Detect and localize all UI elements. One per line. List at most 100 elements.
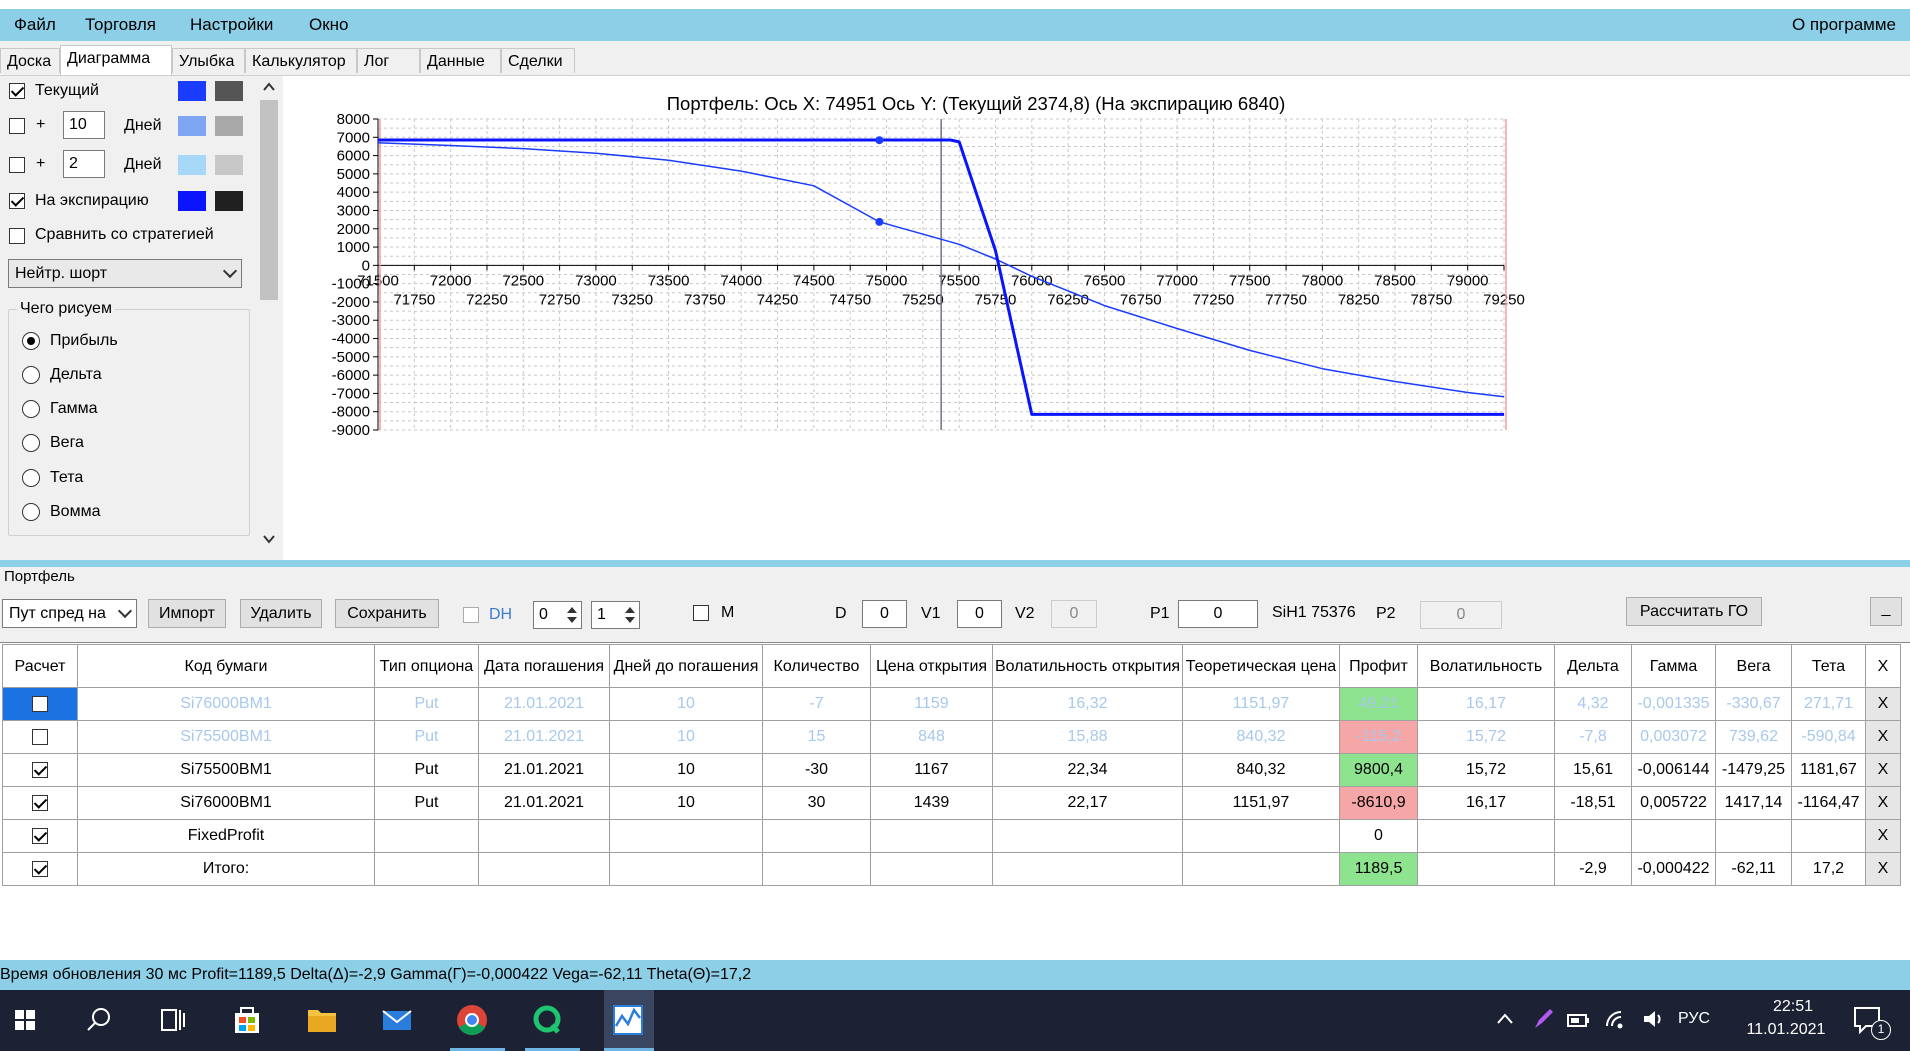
row-calc-checkbox[interactable] <box>32 761 48 778</box>
column-header[interactable]: X <box>1865 644 1901 688</box>
row-calc-checkbox[interactable] <box>32 695 48 712</box>
column-header[interactable]: Тета <box>1791 644 1866 688</box>
tab-smile[interactable]: Улыбка <box>172 48 245 73</box>
tab-data[interactable]: Данные <box>420 48 501 73</box>
column-header[interactable]: Волатильность <box>1417 644 1555 688</box>
column-header[interactable]: Профит <box>1339 644 1418 688</box>
menu-file[interactable]: Файл <box>14 15 56 35</box>
days1-input[interactable]: 10 <box>63 111 105 139</box>
v1-input[interactable]: 0 <box>957 600 1002 628</box>
scroll-thumb[interactable] <box>260 100 278 300</box>
tab-deals[interactable]: Сделки <box>501 48 575 73</box>
remove-row-button[interactable]: X <box>1865 753 1901 787</box>
m-checkbox[interactable] <box>693 605 709 621</box>
row-calc-checkbox[interactable] <box>32 728 48 745</box>
calc-margin-button[interactable]: Рассчитать ГО <box>1626 597 1762 626</box>
task-view-icon[interactable] <box>150 998 194 1042</box>
spinner-arrows-icon[interactable] <box>565 604 579 626</box>
radio-delta[interactable] <box>22 366 40 384</box>
search-icon[interactable] <box>77 998 121 1042</box>
current-color-swatch[interactable] <box>178 81 206 101</box>
strategy-select[interactable]: Нейтр. шорт <box>8 259 242 288</box>
file-explorer-icon[interactable] <box>300 998 344 1042</box>
chevron-up-icon[interactable] <box>1496 1012 1514 1026</box>
language-indicator[interactable]: РУС <box>1678 1010 1710 1028</box>
table-row[interactable]: FixedProfit 0 X <box>2 819 1901 853</box>
menu-trading[interactable]: Торговля <box>85 15 156 35</box>
speaker-icon[interactable] <box>1640 1006 1666 1032</box>
table-row[interactable]: Итого: 1189,5 -2,9 -0,000422 -62,11 17,2 X <box>2 852 1901 886</box>
pen-icon[interactable] <box>1531 1006 1555 1032</box>
column-header[interactable]: Расчет <box>2 644 78 688</box>
plus10-checkbox[interactable] <box>9 118 25 134</box>
radio-theta[interactable] <box>22 469 40 487</box>
column-header[interactable]: Цена открытия <box>870 644 993 688</box>
row-calc-checkbox[interactable] <box>32 827 48 844</box>
remove-row-button[interactable]: X <box>1865 720 1901 754</box>
radio-vega[interactable] <box>22 434 40 452</box>
tab-log[interactable]: Лог <box>357 48 420 73</box>
column-header[interactable]: Гамма <box>1631 644 1716 688</box>
store-icon[interactable] <box>225 998 269 1042</box>
column-header[interactable]: Тип опциона <box>374 644 479 688</box>
minimize-button[interactable]: _ <box>1870 597 1902 626</box>
column-header[interactable]: Дата погашения <box>478 644 610 688</box>
d10-color-swatch[interactable] <box>178 116 206 136</box>
row-calc-cell[interactable] <box>2 687 78 721</box>
d2-color-swatch[interactable] <box>178 155 206 175</box>
clock-time[interactable]: 22:51 <box>1754 998 1832 1016</box>
d10-alt-color-swatch[interactable] <box>215 116 243 136</box>
menu-settings[interactable]: Настройки <box>190 15 273 35</box>
save-button[interactable]: Сохранить <box>335 599 439 628</box>
row-calc-cell[interactable] <box>2 852 78 886</box>
column-header[interactable]: Волатильность открытия <box>992 644 1183 688</box>
expiry-checkbox[interactable] <box>9 193 25 209</box>
menu-about[interactable]: О программе <box>1792 15 1896 35</box>
remove-row-button[interactable]: X <box>1865 852 1901 886</box>
table-row[interactable]: Si76000BM1 Put 21.01.2021 10 -7 1159 16,32 1151… <box>2 687 1901 721</box>
clock-date[interactable]: 11.01.2021 <box>1734 1021 1838 1039</box>
chart-app-icon[interactable] <box>606 998 650 1042</box>
tab-calculator[interactable]: Калькулятор <box>245 48 357 73</box>
expiry-alt-color-swatch[interactable] <box>215 191 243 211</box>
spin1-input[interactable]: 0 <box>533 601 582 629</box>
windows-start-icon[interactable] <box>3 998 47 1042</box>
mail-icon[interactable] <box>375 998 419 1042</box>
delete-button[interactable]: Удалить <box>240 599 322 628</box>
row-calc-checkbox[interactable] <box>32 794 48 811</box>
radio-gamma[interactable] <box>22 400 40 418</box>
spin2-input[interactable]: 1 <box>591 601 640 629</box>
spinner-arrows-icon[interactable] <box>623 604 637 626</box>
column-header[interactable]: Дней до погашения <box>609 644 763 688</box>
row-calc-checkbox[interactable] <box>32 860 48 877</box>
row-calc-cell[interactable] <box>2 753 78 787</box>
tab-board[interactable]: Доска <box>0 48 60 73</box>
current-checkbox[interactable] <box>9 83 25 99</box>
plus2-checkbox[interactable] <box>9 157 25 173</box>
remove-row-button[interactable]: X <box>1865 819 1901 853</box>
payoff-chart[interactable]: Портфель: Ось X: 74951 Ось Y: (Текущий 2… <box>283 76 1910 560</box>
scroll-down-icon[interactable] <box>263 534 275 544</box>
menu-window[interactable]: Окно <box>309 15 349 35</box>
scroll-up-icon[interactable] <box>263 82 275 92</box>
row-calc-cell[interactable] <box>2 786 78 820</box>
compare-checkbox[interactable] <box>9 228 25 244</box>
expiry-color-swatch[interactable] <box>178 191 206 211</box>
d2-alt-color-swatch[interactable] <box>215 155 243 175</box>
table-row[interactable]: Si75500BM1 Put 21.01.2021 10 15 848 15,88 840,3… <box>2 720 1901 754</box>
dh-checkbox[interactable] <box>463 607 479 623</box>
tab-chart[interactable]: Диаграмма <box>60 45 172 75</box>
table-row[interactable]: Si76000BM1 Put 21.01.2021 10 30 1439 22,17 1151… <box>2 786 1901 820</box>
splitter[interactable] <box>0 560 1910 567</box>
d-input[interactable]: 0 <box>862 600 907 628</box>
column-header[interactable]: Количество <box>762 644 871 688</box>
quik-icon[interactable] <box>525 998 569 1042</box>
current-alt-color-swatch[interactable] <box>215 81 243 101</box>
portfolio-select[interactable]: Пут спред на <box>2 599 137 628</box>
column-header[interactable]: Теоретическая цена <box>1182 644 1340 688</box>
column-header[interactable]: Код бумаги <box>77 644 375 688</box>
wifi-icon[interactable] <box>1603 1006 1629 1032</box>
radio-profit[interactable] <box>22 332 40 350</box>
left-panel-scrollbar[interactable] <box>258 76 280 550</box>
radio-vomma[interactable] <box>22 503 40 521</box>
